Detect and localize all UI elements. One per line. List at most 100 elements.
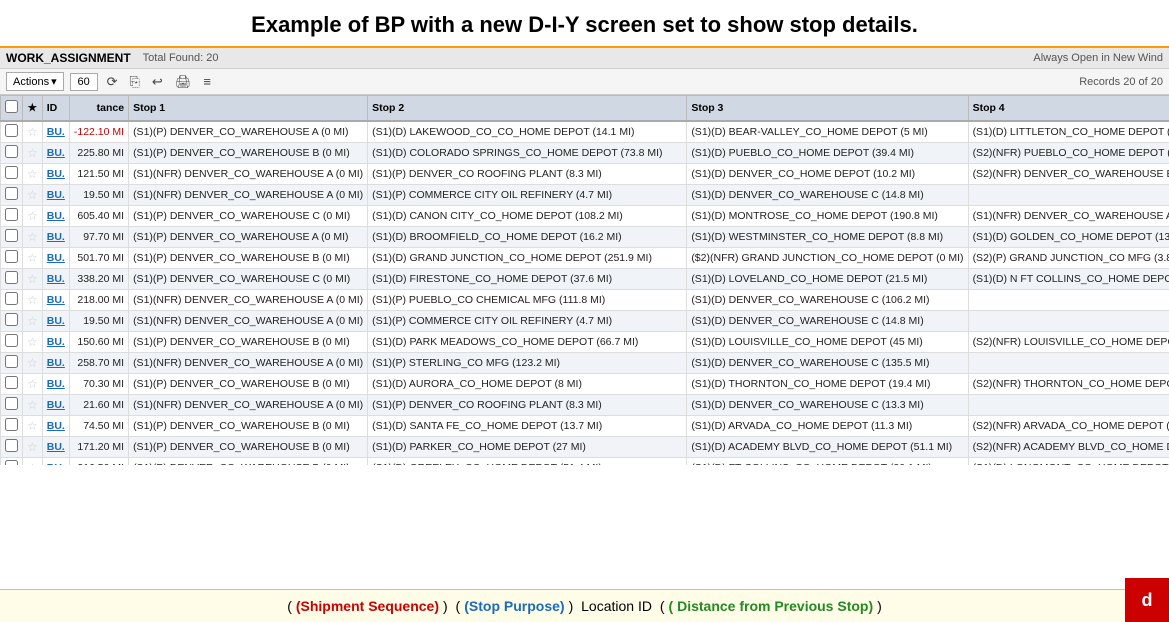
undo-icon[interactable]: ↩ — [149, 73, 166, 91]
row-checkbox[interactable] — [1, 290, 23, 311]
row-star[interactable]: ☆ — [23, 311, 43, 332]
row-id[interactable]: BU. — [42, 458, 69, 466]
row-checkbox[interactable] — [1, 206, 23, 227]
header-stop1: Stop 1 — [129, 96, 368, 122]
row-star[interactable]: ☆ — [23, 248, 43, 269]
row-star[interactable]: ☆ — [23, 227, 43, 248]
row-id[interactable]: BU. — [42, 227, 69, 248]
table-row: ☆BU.501.70 MI(S1)(P) DENVER_CO_WAREHOUSE… — [1, 248, 1169, 269]
row-id[interactable]: BU. — [42, 374, 69, 395]
row-stop2: (S1)(P) DENVER_CO ROOFING PLANT (8.3 MI) — [368, 164, 687, 185]
row-stop2: (S1)(P) PUEBLO_CO CHEMICAL MFG (111.8 MI… — [368, 290, 687, 311]
row-checkbox[interactable] — [1, 269, 23, 290]
actions-bar: Actions ▾ 60 ⟳ ⎘ ↩ 🖨 ≡ Records 20 of 20 — [0, 69, 1169, 95]
row-id[interactable]: BU. — [42, 121, 69, 143]
row-id[interactable]: BU. — [42, 143, 69, 164]
row-star[interactable]: ☆ — [23, 143, 43, 164]
refresh-icon[interactable]: ⟳ — [104, 73, 121, 91]
row-star[interactable]: ☆ — [23, 416, 43, 437]
work-assignment-label: WORK_ASSIGNMENT — [6, 51, 131, 65]
table-row: ☆BU.-122.10 MI(S1)(P) DENVER_CO_WAREHOUS… — [1, 121, 1169, 143]
row-id[interactable]: BU. — [42, 332, 69, 353]
row-star[interactable]: ☆ — [23, 332, 43, 353]
row-stop3: (S1)(D) PUEBLO_CO_HOME DEPOT (39.4 MI) — [687, 143, 968, 164]
table-row: ☆BU.74.50 MI(S1)(P) DENVER_CO_WAREHOUSE … — [1, 416, 1169, 437]
row-id[interactable]: BU. — [42, 206, 69, 227]
row-id[interactable]: BU. — [42, 164, 69, 185]
row-stop1: (S1)(NFR) DENVER_CO_WAREHOUSE A (0 MI) — [129, 164, 368, 185]
row-stop1: (S1)(P) DENVER_CO_WAREHOUSE C (0 MI) — [129, 269, 368, 290]
header-stop4: Stop 4 — [968, 96, 1169, 122]
row-checkbox[interactable] — [1, 185, 23, 206]
export-icon[interactable]: ≡ — [200, 73, 214, 90]
row-stop4 — [968, 395, 1169, 416]
row-stop4 — [968, 290, 1169, 311]
row-checkbox[interactable] — [1, 121, 23, 143]
always-open-label: Always Open in New Wind — [1033, 52, 1163, 64]
row-checkbox[interactable] — [1, 311, 23, 332]
row-checkbox[interactable] — [1, 395, 23, 416]
row-stop2: (S1)(D) FIRESTONE_CO_HOME DEPOT (37.6 MI… — [368, 269, 687, 290]
row-stop4: (S2)(NFR) LOUISVILLE_CO_HOME DEPOT (0 MI… — [968, 332, 1169, 353]
row-stop3: (S1)(D) DENVER_CO_WAREHOUSE C (13.3 MI) — [687, 395, 968, 416]
row-stop2: (S1)(D) PARKER_CO_HOME DEPOT (27 MI) — [368, 437, 687, 458]
row-id[interactable]: BU. — [42, 416, 69, 437]
row-star[interactable]: ☆ — [23, 374, 43, 395]
table-row: ☆BU.216.50 MI(S1)(P) DENVER_CO_WAREHOUSE… — [1, 458, 1169, 466]
row-checkbox[interactable] — [1, 164, 23, 185]
toolbar: WORK_ASSIGNMENT Total Found: 20 Always O… — [0, 46, 1169, 69]
row-checkbox[interactable] — [1, 227, 23, 248]
row-stop3: (S1)(D) BEAR-VALLEY_CO_HOME DEPOT (5 MI) — [687, 121, 968, 143]
row-id[interactable]: BU. — [42, 353, 69, 374]
row-star[interactable]: ☆ — [23, 458, 43, 466]
row-id[interactable]: BU. — [42, 395, 69, 416]
row-stop2: (S1)(D) COLORADO SPRINGS_CO_HOME DEPOT (… — [368, 143, 687, 164]
chevron-down-icon: ▾ — [51, 75, 57, 88]
header-title: Example of BP with a new D-I-Y screen se… — [0, 0, 1169, 46]
row-stop1: (S1)(NFR) DENVER_CO_WAREHOUSE A (0 MI) — [129, 311, 368, 332]
row-checkbox[interactable] — [1, 143, 23, 164]
row-star[interactable]: ☆ — [23, 437, 43, 458]
row-star[interactable]: ☆ — [23, 290, 43, 311]
print-icon[interactable]: 🖨 — [172, 73, 195, 91]
copy-icon[interactable]: ⎘ — [127, 73, 143, 91]
row-distance: 225.80 MI — [69, 143, 128, 164]
row-stop2: (S1)(D) LAKEWOOD_CO_CO_HOME DEPOT (14.1 … — [368, 121, 687, 143]
row-distance: -122.10 MI — [69, 121, 128, 143]
row-checkbox[interactable] — [1, 374, 23, 395]
row-stop3: (S1)(D) LOUISVILLE_CO_HOME DEPOT (45 MI) — [687, 332, 968, 353]
actions-button[interactable]: Actions ▾ — [6, 72, 64, 91]
row-star[interactable]: ☆ — [23, 164, 43, 185]
row-checkbox[interactable] — [1, 353, 23, 374]
row-stop1: (S1)(P) DENVER_CO_WAREHOUSE A (0 MI) — [129, 121, 368, 143]
row-star[interactable]: ☆ — [23, 185, 43, 206]
row-id[interactable]: BU. — [42, 311, 69, 332]
table-row: ☆BU.70.30 MI(S1)(P) DENVER_CO_WAREHOUSE … — [1, 374, 1169, 395]
row-id[interactable]: BU. — [42, 269, 69, 290]
row-distance: 97.70 MI — [69, 227, 128, 248]
row-stop4: (S2)(NFR) ARVADA_CO_HOME DEPOT (0 MI) — [968, 416, 1169, 437]
row-checkbox[interactable] — [1, 416, 23, 437]
row-stop4: (S2)(NFR) ACADEMY BLVD_CO_HOME DEPOT (0 … — [968, 437, 1169, 458]
row-id[interactable]: BU. — [42, 437, 69, 458]
row-checkbox[interactable] — [1, 437, 23, 458]
row-star[interactable]: ☆ — [23, 395, 43, 416]
table-container: ★ ID tance Stop 1 Stop 2 Stop 3 Stop 4 ☆… — [0, 95, 1169, 465]
row-star[interactable]: ☆ — [23, 206, 43, 227]
row-checkbox[interactable] — [1, 332, 23, 353]
table-row: ☆BU.225.80 MI(S1)(P) DENVER_CO_WAREHOUSE… — [1, 143, 1169, 164]
header-star: ★ — [23, 96, 43, 122]
table-row: ☆BU.21.60 MI(S1)(NFR) DENVER_CO_WAREHOUS… — [1, 395, 1169, 416]
row-star[interactable]: ☆ — [23, 353, 43, 374]
row-star[interactable]: ☆ — [23, 269, 43, 290]
row-id[interactable]: BU. — [42, 248, 69, 269]
row-checkbox[interactable] — [1, 458, 23, 466]
row-id[interactable]: BU. — [42, 185, 69, 206]
row-stop3: (S1)(D) ARVADA_CO_HOME DEPOT (11.3 MI) — [687, 416, 968, 437]
header-checkbox[interactable] — [1, 96, 23, 122]
row-stop1: (S1)(NFR) DENVER_CO_WAREHOUSE A (0 MI) — [129, 395, 368, 416]
row-id[interactable]: BU. — [42, 290, 69, 311]
row-star[interactable]: ☆ — [23, 121, 43, 143]
row-stop3: (S1)(D) LOVELAND_CO_HOME DEPOT (21.5 MI) — [687, 269, 968, 290]
row-checkbox[interactable] — [1, 248, 23, 269]
